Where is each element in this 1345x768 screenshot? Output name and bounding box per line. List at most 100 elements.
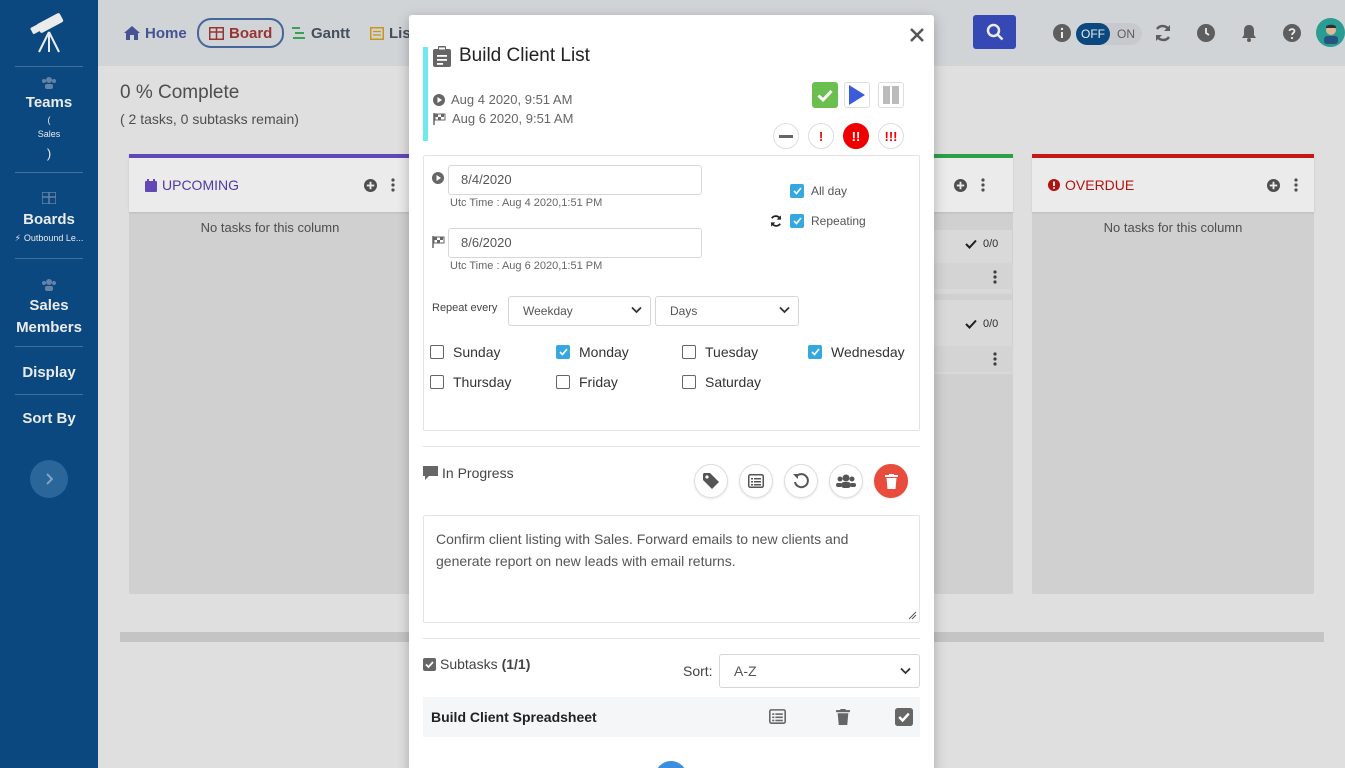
day-label: Friday <box>579 374 618 390</box>
end-date-input[interactable]: 8/6/2020 <box>448 228 702 258</box>
pause-button[interactable] <box>878 82 904 108</box>
day-checkbox[interactable] <box>430 375 444 389</box>
all-day-option[interactable]: All day <box>790 184 847 198</box>
start-button[interactable] <box>844 82 870 108</box>
repeating-label: Repeating <box>811 214 866 228</box>
repeating-checkbox[interactable] <box>790 214 804 228</box>
start-utc-time: Utc Time : Aug 4 2020,1:51 PM <box>450 197 603 209</box>
task-start-text: Aug 4 2020, 9:51 AM <box>451 92 573 107</box>
repeating-option[interactable]: Repeating <box>790 214 866 228</box>
priority-medium-button[interactable]: !! <box>843 123 869 149</box>
priority-low-label: ! <box>818 128 824 144</box>
delete-task-button[interactable] <box>874 464 908 498</box>
day-checkbox[interactable] <box>808 345 822 359</box>
task-end-text: Aug 6 2020, 9:51 AM <box>452 111 574 126</box>
day-label: Thursday <box>453 374 512 390</box>
details-button[interactable] <box>739 464 773 498</box>
day-option-sunday[interactable]: Sunday <box>430 344 500 360</box>
check-icon <box>558 348 568 356</box>
day-checkbox[interactable] <box>556 345 570 359</box>
sort-label: Sort: <box>683 663 713 679</box>
tag-icon <box>703 473 719 489</box>
repeat-type-select[interactable]: Weekday <box>508 296 651 326</box>
check-icon <box>817 89 833 102</box>
chevron-down-icon <box>631 306 642 314</box>
play-icon <box>849 85 865 105</box>
priority-high-button[interactable]: !!! <box>878 123 904 149</box>
subtasks-label-text: Subtasks <box>440 656 498 672</box>
repeat-unit-value: Days <box>670 304 698 318</box>
day-checkbox[interactable] <box>556 375 570 389</box>
section-divider <box>423 446 920 447</box>
users-icon <box>836 474 856 488</box>
day-label: Monday <box>579 344 629 360</box>
check-square-icon <box>423 657 436 671</box>
list-alt-icon[interactable] <box>769 709 786 724</box>
all-day-label: All day <box>811 184 848 198</box>
flag-checkered-icon <box>433 112 446 125</box>
priority-low-button[interactable]: ! <box>808 123 834 149</box>
day-option-thursday[interactable]: Thursday <box>430 374 511 390</box>
history-button[interactable] <box>784 464 818 498</box>
day-checkbox[interactable] <box>430 345 444 359</box>
repeat-icon <box>771 215 781 227</box>
priority-high-label: !!! <box>884 128 898 144</box>
tag-button[interactable] <box>694 464 728 498</box>
undo-icon <box>793 473 809 489</box>
day-label: Saturday <box>705 374 762 390</box>
task-modal: Build Client List Aug 4 2020, 9:51 AM Au… <box>409 15 934 768</box>
start-date-input[interactable]: 8/4/2020 <box>448 165 702 195</box>
play-circle-icon <box>433 93 445 106</box>
sort-select-value: A-Z <box>734 663 757 679</box>
minus-icon <box>779 134 793 138</box>
chevron-down-icon <box>900 667 911 675</box>
status-indicator[interactable]: In Progress <box>423 465 514 481</box>
priority-medium-label: !! <box>851 128 861 144</box>
day-option-wednesday[interactable]: Wednesday <box>808 344 905 360</box>
task-title-text: Build Client List <box>459 45 590 66</box>
day-checkbox[interactable] <box>682 375 696 389</box>
flag-checkered-icon <box>432 236 445 248</box>
add-subtask-button[interactable] <box>655 761 687 768</box>
schedule-panel: 8/4/2020 Utc Time : Aug 4 2020,1:51 PM 8… <box>423 155 920 431</box>
task-description-text: Confirm client listing with Sales. Forwa… <box>436 531 849 569</box>
resize-handle-icon[interactable] <box>908 611 917 620</box>
repeat-unit-select[interactable]: Days <box>655 296 799 326</box>
check-icon <box>810 348 820 356</box>
play-circle-icon <box>432 172 444 184</box>
assign-members-button[interactable] <box>829 464 863 498</box>
list-alt-icon <box>748 474 764 488</box>
day-option-tuesday[interactable]: Tuesday <box>682 344 758 360</box>
check-icon <box>792 217 802 225</box>
day-option-monday[interactable]: Monday <box>556 344 629 360</box>
close-button[interactable] <box>910 21 924 49</box>
section-divider <box>423 638 920 639</box>
pause-icon <box>883 86 899 104</box>
day-label: Tuesday <box>705 344 759 360</box>
trash-icon[interactable] <box>836 709 850 725</box>
chevron-down-icon <box>779 306 790 314</box>
repeat-type-value: Weekday <box>523 304 573 318</box>
task-description[interactable]: Confirm client listing with Sales. Forwa… <box>423 515 920 623</box>
day-label: Wednesday <box>831 344 905 360</box>
task-end-time: Aug 6 2020, 9:51 AM <box>433 111 573 126</box>
task-color-bar <box>423 47 428 141</box>
day-checkbox[interactable] <box>682 345 696 359</box>
trash-icon <box>884 473 898 489</box>
subtask-row[interactable]: Build Client Spreadsheet <box>423 697 920 737</box>
sort-select[interactable]: A-Z <box>719 654 920 688</box>
task-title[interactable]: Build Client List <box>433 45 590 67</box>
check-icon <box>792 187 802 195</box>
complete-button[interactable] <box>812 82 838 108</box>
subtasks-header: Subtasks (1/1) <box>423 656 530 672</box>
priority-none-button[interactable] <box>773 123 799 149</box>
end-utc-time: Utc Time : Aug 6 2020,1:51 PM <box>450 260 603 272</box>
check-square-icon[interactable] <box>895 708 913 726</box>
day-label: Sunday <box>453 344 501 360</box>
task-start-time: Aug 4 2020, 9:51 AM <box>433 92 572 107</box>
day-option-saturday[interactable]: Saturday <box>682 374 761 390</box>
close-icon <box>910 28 924 42</box>
day-option-friday[interactable]: Friday <box>556 374 618 390</box>
all-day-checkbox[interactable] <box>790 184 804 198</box>
comment-icon <box>423 466 438 480</box>
